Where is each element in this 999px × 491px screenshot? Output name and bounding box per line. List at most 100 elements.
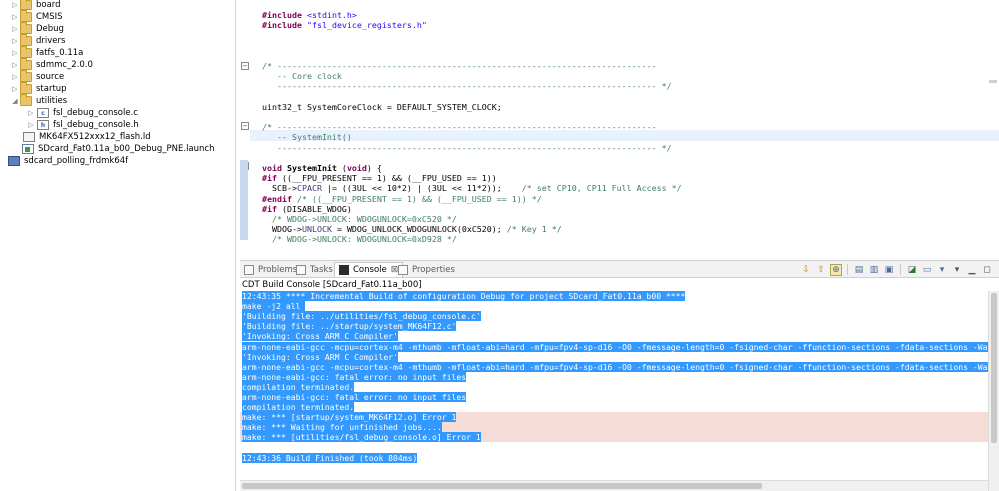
console-line-text: arm-none-eabi-gcc: fatal error: no input… [242,392,467,402]
code-line[interactable]: SCB->CPACR |= ((3UL << 10*2) | (3UL << 1… [262,183,682,193]
clear-console-icon[interactable]: ▣ [883,264,895,276]
horizontal-scrollbar[interactable] [240,480,988,491]
code-line[interactable]: -- SystemInit() [262,132,352,142]
console-icon [339,265,349,275]
chevron-right-icon[interactable]: ▷ [10,47,20,59]
console-line[interactable]: make -j2 all [242,301,306,312]
console-line[interactable]: compilation terminated. [242,381,355,392]
tree-item[interactable]: ▷ board [10,0,61,11]
console-line-text: 12:43:36 Build Finished (took 804ms) [242,452,418,463]
tab-console[interactable]: Console ⊠ [334,262,404,277]
code-line[interactable]: /* WDOG->UNLOCK: WDOGUNLOCK=0xC520 */ [262,214,457,224]
code-line[interactable]: uint32_t SystemCoreClock = DEFAULT_SYSTE… [262,102,502,112]
tree-item[interactable]: ▷ source [10,70,64,83]
view-menu-icon[interactable]: ▾ [951,264,963,276]
scrollbar-thumb[interactable] [242,483,762,489]
tree-item[interactable]: ▷ c fsl_debug_console.c [26,107,138,119]
console-line[interactable]: arm-none-eabi-gcc -mcpu=cortex-m4 -mthum… [242,361,988,372]
chevron-right-icon[interactable]: ▷ [10,35,20,47]
tree-item[interactable]: ▷ startup [10,82,67,95]
console-line[interactable]: 'Building file: ../startup/system_MK64F1… [242,321,457,332]
console-line[interactable]: 'Invoking: Cross ARM C Compiler' [242,351,398,362]
tab-tasks[interactable]: Tasks [296,262,333,277]
pin-console-icon[interactable]: ⊕ [830,263,842,276]
code-line[interactable]: ----------------------------------------… [262,81,672,91]
toolbar-separator [900,264,901,275]
console-line[interactable]: arm-none-eabi-gcc: fatal error: no input… [242,392,467,402]
code-line[interactable]: void SystemInit (void) { [262,163,382,173]
code-token: /* WDOG->UNLOCK: WDOGUNLOCK=0xC520 */ [262,214,457,224]
tab-properties[interactable]: Properties [398,262,455,277]
tasks-icon [296,264,306,275]
code-token: SCB-> [262,183,297,194]
fold-toggle-icon[interactable]: − [241,122,249,130]
code-line[interactable]: -- Core clock [262,71,342,81]
code-line[interactable]: /* -------------------------------------… [262,61,657,71]
scrollbar-thumb[interactable] [991,293,997,443]
chevron-right-icon[interactable]: ▷ [10,83,20,95]
tree-item[interactable]: sdcard_polling_frdmk64f [8,155,128,167]
chevron-right-icon[interactable]: ▷ [10,71,20,83]
code-editor[interactable]: − − − #include <stdint.h>#include "fsl_d… [240,0,999,256]
console-line[interactable]: 12:43:35 **** Incremental Build of confi… [242,291,686,301]
tree-item[interactable]: SDcard_Fat0.11a_b00_Debug_PNE.launch [12,143,214,155]
code-token: #include [262,20,307,31]
code-line[interactable]: /* -------------------------------------… [262,122,657,132]
code-line[interactable]: #endif /* ((__FPU_PRESENT == 1) && (__FP… [262,194,542,204]
code-token: = WDOG_UNLOCK_WDOGUNLOCK(0xC520); [331,224,507,235]
console-line[interactable]: make: *** [utilities/fsl_debug_console.o… [242,432,481,443]
chevron-right-icon[interactable]: ▷ [26,107,36,119]
tree-item[interactable]: ▷ CMSIS [10,10,63,23]
chevron-right-icon[interactable]: ▷ [26,119,36,131]
console-line[interactable]: make: *** Waiting for unfinished jobs...… [242,422,442,433]
tree-item-label: MK64FX512xxx12_flash.ld [39,132,151,142]
word-wrap-icon[interactable]: ▥ [868,264,880,276]
console-line-text: 'Invoking: Cross ARM C Compiler' [242,331,398,342]
console-line[interactable]: compilation terminated. [242,402,355,413]
console-output[interactable]: 12:43:35 **** Incremental Build of confi… [240,291,988,477]
arrow-down-icon[interactable]: ⇩ [800,264,812,276]
maximize-icon[interactable]: ◻ [981,264,993,276]
console-line-text: make: *** [utilities/fsl_debug_console.o… [242,432,481,443]
code-line[interactable]: ----------------------------------------… [262,143,672,153]
chevron-right-icon[interactable]: ▷ [10,59,20,71]
tree-item[interactable]: ▷ drivers [10,34,65,47]
code-line[interactable]: #if (DISABLE_WDOG) [262,204,352,214]
tab-problems[interactable]: Problems [244,262,297,277]
code-line[interactable]: /* WDOG->UNLOCK: WDOGUNLOCK=0xD928 */ [262,234,457,244]
tree-item[interactable]: ▷ Debug [10,22,64,35]
console-line[interactable]: arm-none-eabi-gcc: fatal error: no input… [242,371,467,382]
code-line[interactable]: #include <stdint.h> [262,10,357,20]
display-selected-console-icon[interactable]: ▭ [921,264,933,276]
code-token: -- Core clock [262,71,342,82]
console-line[interactable]: 'Invoking: Cross ARM C Compiler' [242,331,398,342]
console-line-text: arm-none-eabi-gcc -mcpu=cortex-m4 -mthum… [242,361,988,372]
console-line[interactable]: 12:43:36 Build Finished (took 804ms) [242,452,418,463]
vertical-scrollbar[interactable] [988,291,999,491]
tree-item[interactable]: ▷ h fsl_debug_console.h [26,119,139,131]
tree-item[interactable]: MK64FX512xxx12_flash.ld [12,131,151,143]
chevron-right-icon[interactable]: ▷ [10,23,20,35]
console-line[interactable]: make: *** [startup/system_MK64F12.o] Err… [242,412,457,423]
new-console-icon[interactable]: ▾ [936,264,948,276]
chevron-right-icon[interactable]: ▷ [10,11,20,23]
open-console-icon[interactable]: ◪ [906,264,918,276]
fold-toggle-icon[interactable]: − [241,62,249,70]
tree-item-label: startup [36,84,67,94]
folder-icon [20,94,32,106]
chevron-right-icon[interactable]: ▷ [10,0,20,11]
chevron-down-icon[interactable]: ◢ [10,95,20,107]
scroll-lock-icon[interactable]: ▤ [853,264,865,276]
toolbar-separator [847,264,848,275]
folder-icon [20,70,32,82]
tree-item[interactable]: ◢ utilities [10,94,67,107]
minimize-icon[interactable]: ▁ [966,264,978,276]
code-line[interactable]: WDOG->UNLOCK = WDOG_UNLOCK_WDOGUNLOCK(0x… [262,224,562,234]
overview-ruler-marker [989,80,997,83]
console-line[interactable]: arm-none-eabi-gcc -mcpu=cortex-m4 -mthum… [242,341,988,352]
view-tabs: Problems Tasks Console ⊠ Properties ⇩ ⇧ … [240,261,999,278]
code-line[interactable]: #include "fsl_device_registers.h" [262,20,427,30]
code-line[interactable]: #if ((__FPU_PRESENT == 1) && (__FPU_USED… [262,173,497,183]
arrow-up-icon[interactable]: ⇧ [815,264,827,276]
console-line[interactable]: 'Building file: ../utilities/fsl_debug_c… [242,311,481,322]
